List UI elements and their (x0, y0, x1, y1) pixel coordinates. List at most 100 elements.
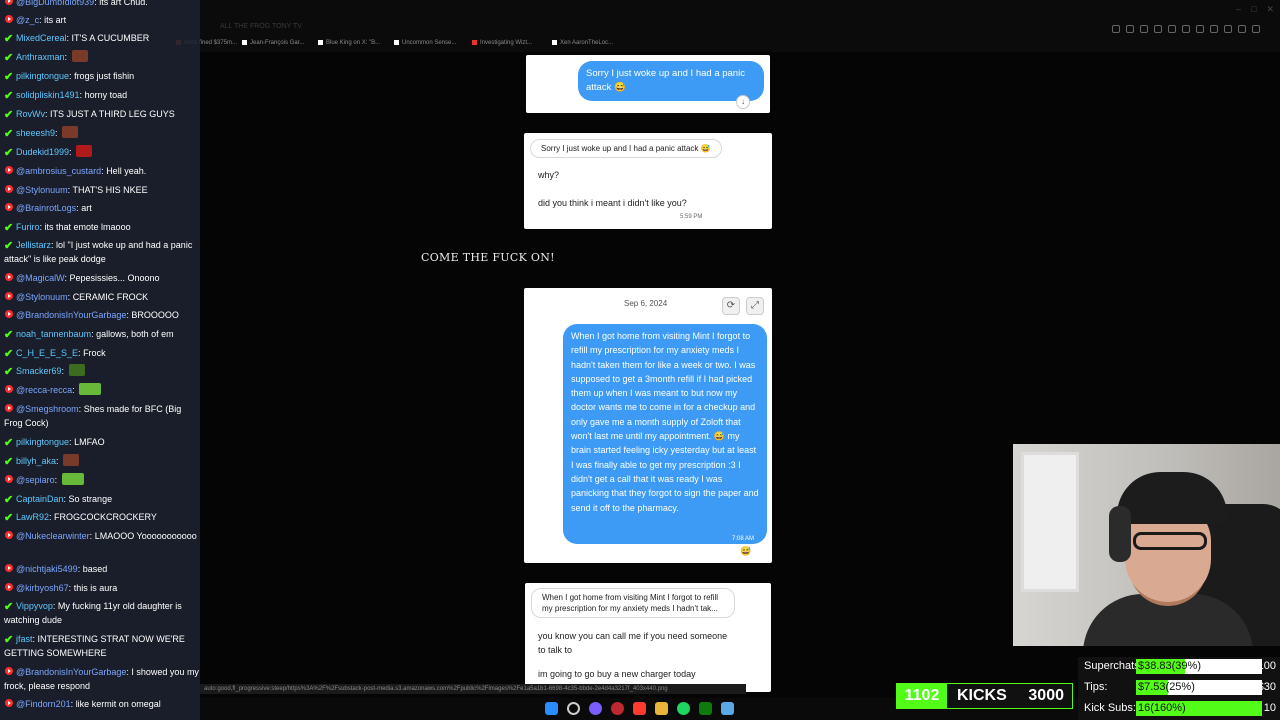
chat-message: @BrainrotLogs: art (4, 201, 200, 215)
chat-username[interactable]: @ambrosius_custard (16, 166, 101, 176)
chat-username[interactable]: CaptainDan (16, 494, 64, 504)
extension-icon[interactable] (1210, 25, 1218, 33)
webcam-feed (1013, 444, 1280, 646)
youtube-badge-icon (5, 15, 13, 23)
opera-icon[interactable] (611, 702, 624, 715)
bookmark-item[interactable]: Uncommon Sense... (394, 40, 456, 46)
kick-badge-icon: ✔ (4, 90, 14, 102)
kick-badge-icon: ✔ (4, 33, 14, 45)
bookmark-star-icon[interactable] (1154, 25, 1162, 33)
chat-message: ✔ MixedCereal: IT'S A CUCUMBER (4, 31, 200, 45)
minimize-icon[interactable]: – (1236, 4, 1241, 15)
chat-text: frogs just fishin (74, 71, 135, 81)
x-logo-icon (318, 40, 323, 45)
chat-username[interactable]: @Nukeclearwinter (16, 531, 90, 541)
windows-start-icon[interactable] (545, 702, 558, 715)
chat-username[interactable]: Dudekid1999 (16, 147, 69, 157)
chat-username[interactable]: RovWv (16, 109, 45, 119)
chat-message: @BrandonisInYourGarbage: I showed you my… (4, 665, 200, 693)
chat-username[interactable]: @Stylonuum (16, 185, 68, 195)
chat-username[interactable]: sheeesh9 (16, 128, 55, 138)
extension-icon[interactable] (1140, 25, 1148, 33)
chat-username[interactable]: @z_c (16, 15, 39, 25)
reply-preview: When I got home from visiting Mint I for… (531, 588, 735, 618)
chat-username[interactable]: @kirbyosh67 (16, 583, 69, 593)
chat-text: its art (44, 15, 67, 25)
bookmark-item[interactable]: Jean-François Gar... (242, 40, 304, 46)
chat-message: ✔ billyh_aka: (4, 454, 200, 468)
browser-chrome: – □ ✕ ALL THE FROG TONY TV Meta fined $3… (176, 0, 1280, 52)
screenshot-image[interactable]: Sep 6, 2024 ⟳ ⤢ When I got home from vis… (524, 288, 772, 563)
extension-icon[interactable] (1168, 25, 1176, 33)
chat-message: ✔ Dudekid1999: (4, 145, 200, 159)
goal-label: Tips: (1084, 681, 1108, 693)
chat-username[interactable]: noah_tannenbaum (16, 329, 91, 339)
extension-icon[interactable] (1224, 25, 1232, 33)
browser-icon[interactable] (589, 702, 602, 715)
chat-username[interactable]: @MagicalW (16, 273, 64, 283)
profile-icon[interactable] (1238, 25, 1246, 33)
chat-username[interactable]: billyh_aka (16, 456, 56, 466)
emoji-reaction-icon: 😅 (740, 546, 752, 556)
chat-username[interactable]: @sepiaro (16, 475, 55, 485)
chat-username[interactable]: Furiro (16, 222, 40, 232)
chat-username[interactable]: @Smegshroom (16, 404, 79, 414)
message-time: 5:59 PM (680, 214, 703, 220)
chat-username[interactable]: LawR92 (16, 512, 49, 522)
kicks-goal: 3000 (1028, 687, 1064, 704)
chat-text: Hell yeah. (106, 166, 147, 176)
extension-icon[interactable] (1196, 25, 1204, 33)
chat-username[interactable]: @BrandonisInYourGarbage (16, 667, 126, 677)
chat-message: @sepiaro: (4, 473, 200, 487)
chat-username[interactable]: pilkingtongue (16, 71, 69, 81)
bookmark-item[interactable]: Investigating Wizt... (472, 40, 532, 46)
chat-username[interactable]: @nichtjaki5499 (16, 564, 78, 574)
chat-username[interactable]: Anthraxman (16, 52, 65, 62)
chat-text: based (82, 564, 108, 574)
goal-tips: Tips: $7.53(25%) $30 (1084, 678, 1280, 697)
screenshot-image[interactable]: Sorry I just woke up and I had a panic a… (524, 133, 772, 229)
zoom-icon[interactable] (1112, 25, 1120, 33)
scroll-down-icon[interactable]: ↓ (736, 95, 750, 109)
folder-icon[interactable] (655, 702, 668, 715)
chat-username[interactable]: @Findorn201 (16, 699, 71, 709)
kick-badge-icon: ✔ (4, 494, 14, 506)
extension-icon[interactable] (1126, 25, 1134, 33)
screenshot-image[interactable]: Sorry I just woke up and I had a panic a… (526, 55, 770, 113)
chat-username[interactable]: Jellistarz (16, 240, 51, 250)
youtube-badge-icon (5, 273, 13, 281)
chat-username[interactable]: C_H_E_E_S_E (16, 348, 78, 358)
app-icon[interactable] (633, 702, 646, 715)
chat-message: @BrandonisInYourGarbage: BROOOOO (4, 308, 200, 322)
maximize-icon[interactable]: □ (1251, 4, 1256, 15)
chat-message: ✔ jfast: INTERESTING STRAT NOW WE'RE GETT… (4, 632, 200, 660)
devil-emote-icon (76, 145, 93, 157)
kicks-label: KICKS (957, 687, 1007, 704)
bookmark-item[interactable]: Xen AaronTheLoc... (552, 40, 613, 46)
chat-username[interactable]: MixedCereal (16, 33, 67, 43)
screenshot-image[interactable]: When I got home from visiting Mint I for… (525, 583, 771, 692)
search-icon[interactable] (567, 702, 580, 715)
chat-username[interactable]: @recca-recca (16, 385, 72, 395)
refresh-icon[interactable]: ⟳ (722, 297, 740, 315)
chat-username[interactable]: pilkingtongue (16, 437, 69, 447)
chat-username[interactable]: Smacker69 (16, 366, 62, 376)
chat-username[interactable]: jfast (16, 634, 33, 644)
telegram-icon[interactable] (721, 702, 734, 715)
chat-username[interactable]: solidpliskin1491 (16, 90, 80, 100)
chat-username[interactable]: @BrandonisInYourGarbage (16, 310, 126, 320)
spotify-icon[interactable] (677, 702, 690, 715)
extension-icon[interactable] (1182, 25, 1190, 33)
youtube-badge-icon (5, 583, 13, 591)
chat-username[interactable]: @Stylonuum (16, 292, 68, 302)
chat-username[interactable]: @BrainrotLogs (16, 203, 76, 213)
close-icon[interactable]: ✕ (1266, 4, 1274, 15)
bookmark-item[interactable]: Blue King on X: "B... (318, 40, 380, 46)
expand-icon[interactable]: ⤢ (746, 297, 764, 315)
kick-badge-icon: ✔ (4, 71, 14, 83)
chat-username[interactable]: Vippyvop (16, 601, 53, 611)
xbox-icon[interactable] (699, 702, 712, 715)
chat-username[interactable]: @BigDumbIdiot939 (16, 0, 94, 7)
menu-icon[interactable] (1252, 25, 1260, 33)
kick-badge-icon: ✔ (4, 329, 14, 341)
